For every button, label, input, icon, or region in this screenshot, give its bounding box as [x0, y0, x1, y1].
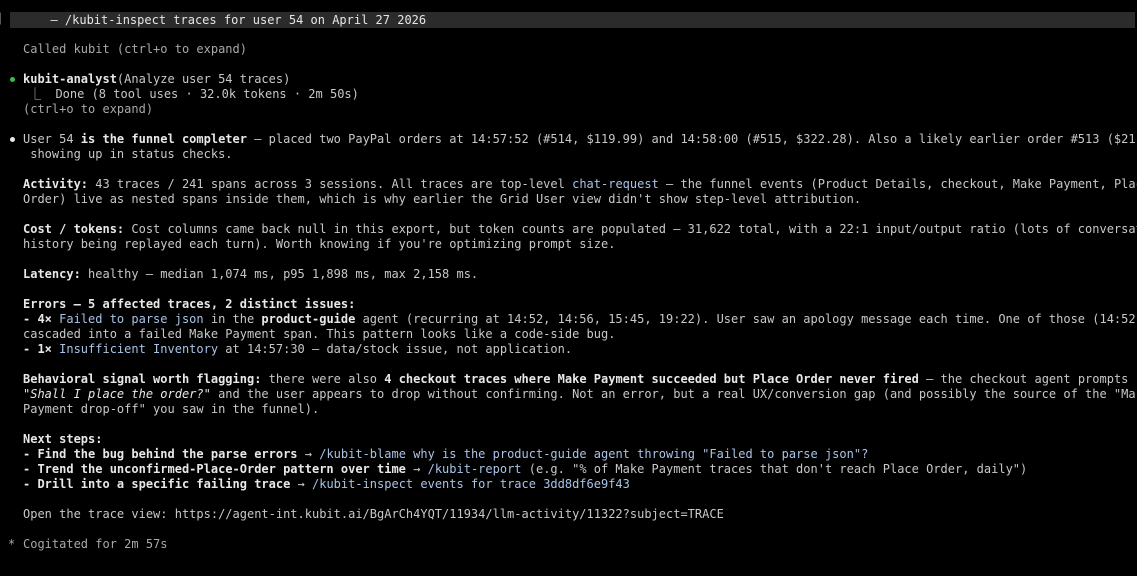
- next-step-2-label: - Trend the unconfirmed-Place-Order patt…: [23, 462, 406, 476]
- error-2-code: Insufficient Inventory: [59, 342, 219, 356]
- cost-line-2: history being replayed each turn). Worth…: [23, 237, 616, 251]
- latency-text: healthy — median 1,074 ms, p95 1,898 ms,…: [80, 267, 479, 281]
- next-step-2: - Trend the unconfirmed-Place-Order patt…: [23, 462, 1027, 477]
- error-1-mid: in the: [203, 312, 262, 326]
- behavioral-line-3: Payment drop-off" you saw in the funnel)…: [23, 402, 320, 416]
- latency-line: Latency: healthy — median 1,074 ms, p95 …: [23, 267, 478, 282]
- error-2-text: at 14:57:30 — data/stock issue, not appl…: [218, 342, 573, 356]
- cost-line-1: Cost / tokens: Cost columns came back nu…: [23, 222, 1137, 237]
- behavioral-label: Behavioral signal worth flagging:: [23, 372, 262, 386]
- summary-line-2: showing up in status checks.: [23, 147, 233, 161]
- arrow-icon: →: [405, 462, 428, 476]
- next-step-3-label: - Drill into a specific failing trace: [23, 477, 291, 491]
- behavioral-bold: 4 checkout traces where Make Payment suc…: [384, 372, 919, 386]
- tool-call-line[interactable]: Called kubit (ctrl+o to expand): [23, 42, 247, 57]
- response-bullet: [10, 137, 15, 142]
- next-step-1-command[interactable]: /kubit-blame why is the product-guide ag…: [319, 447, 868, 461]
- user-prompt-bar: – /kubit-inspect traces for user 54 on A…: [10, 12, 1135, 28]
- agent-call-line: kubit-analyst(Analyze user 54 traces): [23, 72, 290, 87]
- error-item-1: - 4× Failed to parse json in the product…: [23, 312, 1137, 327]
- activity-line-2: Order) live as nested spans inside them,…: [23, 192, 862, 206]
- error-2-count: - 1×: [23, 342, 60, 356]
- error-1-agent: product-guide: [261, 312, 356, 326]
- error-1-text: agent (recurring at 14:52, 14:56, 15:45,…: [355, 312, 1137, 326]
- agent-args: (Analyze user 54 traces): [116, 72, 291, 86]
- errors-heading: Errors — 5 affected traces, 2 distinct i…: [23, 297, 356, 311]
- next-step-3: - Drill into a specific failing trace → …: [23, 477, 630, 492]
- activity-text-b: — the funnel events (Product Details, ch…: [658, 177, 1137, 191]
- summary-pre: User 54: [23, 132, 81, 146]
- behavioral-text-c: and the user appears to drop without con…: [210, 387, 1137, 401]
- behavioral-text-b: — the checkout agent prompts: [918, 372, 1129, 386]
- trace-view-link[interactable]: Open the trace view: https://agent-int.k…: [23, 507, 724, 522]
- activity-line-1: Activity: 43 traces / 241 spans across 3…: [23, 177, 1137, 192]
- error-1-count: - 4×: [23, 312, 60, 326]
- agent-name: kubit-analyst: [23, 72, 117, 86]
- latency-label: Latency:: [23, 267, 81, 281]
- spinner-star-icon: *: [8, 537, 16, 551]
- next-step-3-command[interactable]: /kubit-inspect events for trace 3dd8df6e…: [312, 477, 630, 491]
- error-item-2: - 1× Insufficient Inventory at 14:57:30 …: [23, 342, 572, 357]
- behavioral-line-2: "Shall I place the order?" and the user …: [23, 387, 1137, 402]
- next-steps-heading: Next steps:: [23, 432, 103, 446]
- behavioral-quote: "Shall I place the order?": [23, 387, 211, 401]
- error-1-code: Failed to parse json: [59, 312, 204, 326]
- next-step-2-command[interactable]: /kubit-report: [428, 462, 522, 476]
- next-step-1: - Find the bug behind the parse errors →…: [23, 447, 868, 462]
- next-step-2-note: (e.g. "% of Make Payment traces that don…: [521, 462, 1028, 476]
- arrow-icon: →: [297, 447, 320, 461]
- user-prompt-text: – /kubit-inspect traces for user 54 on A…: [36, 13, 427, 27]
- cogitated-status: Cogitated for 2m 57s: [23, 537, 168, 551]
- error-item-1-line-2: cascaded into a failed Make Payment span…: [23, 327, 616, 341]
- activity-text-a: 43 traces / 241 spans across 3 sessions.…: [88, 177, 573, 191]
- behavioral-line-1: Behavioral signal worth flagging: there …: [23, 372, 1128, 387]
- summary-post: — placed two PayPal orders at 14:57:52 (…: [246, 132, 1137, 146]
- cost-label: Cost / tokens:: [23, 222, 125, 236]
- agent-expand-hint[interactable]: (ctrl+o to expand): [23, 102, 153, 117]
- behavioral-text-a: there were also: [261, 372, 385, 386]
- cost-text: Cost columns came back null in this expo…: [124, 222, 1137, 236]
- activity-label: Activity:: [23, 177, 89, 191]
- next-step-1-label: - Find the bug behind the parse errors: [23, 447, 298, 461]
- summary-line-1: User 54 is the funnel completer — placed…: [23, 132, 1137, 147]
- summary-bold: is the funnel completer: [80, 132, 247, 146]
- arrow-icon: →: [290, 477, 312, 491]
- scroll-gutter-mark: ▏: [0, 14, 7, 25]
- agent-done-line: ⎿ Done (8 tool uses · 32.0k tokens · 2m …: [29, 87, 359, 101]
- agent-status-dot: [10, 77, 15, 82]
- chat-request-code: chat-request: [572, 177, 659, 191]
